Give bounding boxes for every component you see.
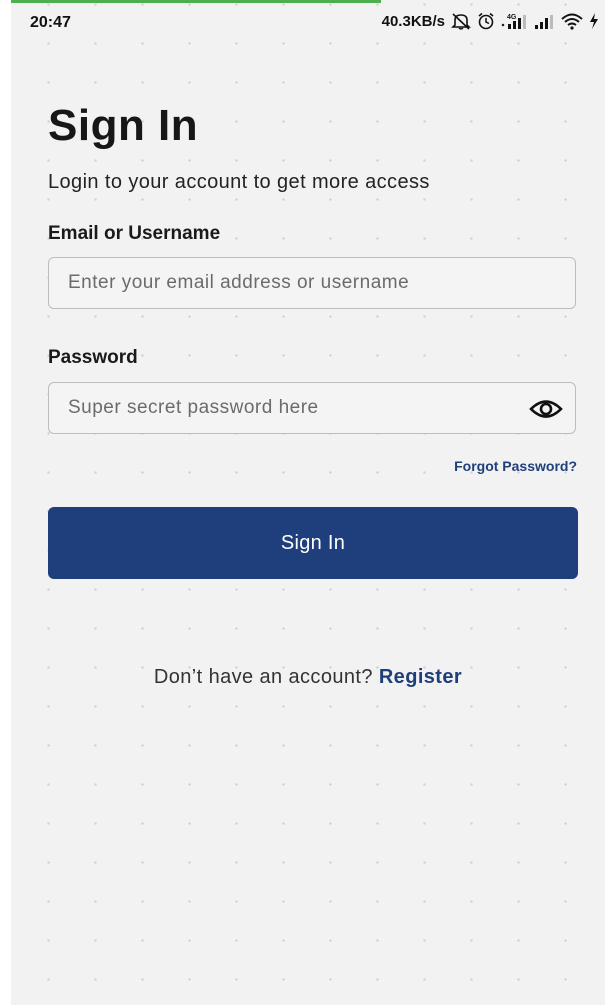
page-title: Sign In: [48, 101, 199, 150]
email-field-container[interactable]: [48, 257, 576, 309]
signal-bars-icon: [533, 12, 555, 30]
wifi-icon: [561, 12, 583, 30]
email-label: Email or Username: [48, 223, 221, 244]
app-screen: 20:47 40.3KB/s 4G Sign In Login to your …: [11, 0, 605, 1005]
register-prompt: Don’t have an account? Register: [11, 666, 605, 689]
sign-in-button[interactable]: Sign In: [48, 507, 578, 579]
password-label: Password: [48, 347, 138, 368]
eye-icon[interactable]: [529, 395, 563, 423]
mute-notification-icon: [451, 12, 471, 30]
forgot-password-link[interactable]: Forgot Password?: [454, 458, 577, 474]
status-time: 20:47: [30, 14, 71, 31]
status-bar: 20:47 40.3KB/s 4G: [11, 0, 605, 36]
status-icons: 40.3KB/s 4G: [382, 12, 599, 30]
email-field[interactable]: [68, 258, 508, 308]
password-field[interactable]: [68, 383, 508, 433]
battery-charging-icon: [589, 12, 599, 30]
alarm-clock-icon: [477, 12, 495, 30]
register-link[interactable]: Register: [379, 666, 462, 688]
register-prompt-text: Don’t have an account?: [153, 666, 373, 688]
page-subtitle: Login to your account to get more access: [48, 171, 430, 193]
network-speed: 40.3KB/s: [381, 12, 445, 30]
signal-4g-icon: 4G: [501, 12, 527, 30]
network-type-label: 4G: [507, 14, 517, 21]
password-field-container[interactable]: [48, 382, 576, 434]
